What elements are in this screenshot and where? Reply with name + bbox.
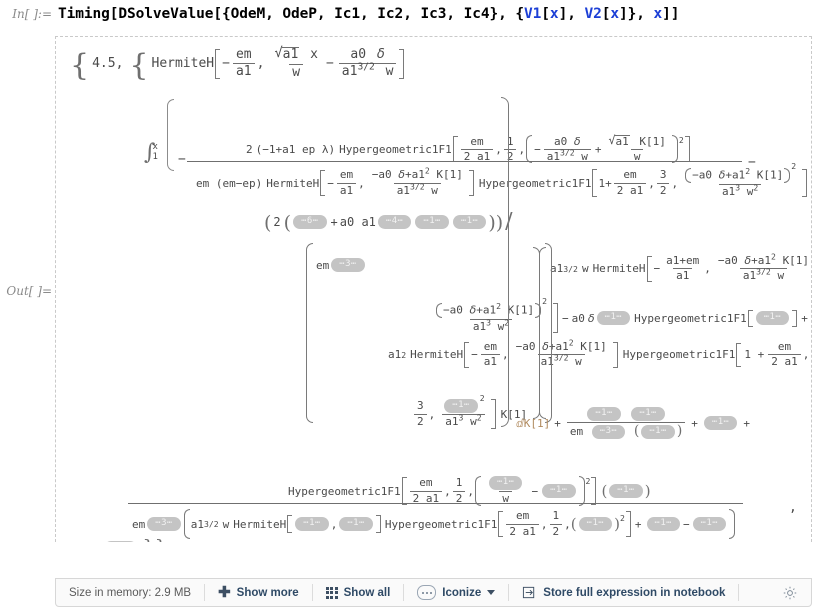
input-token-4: ],: [558, 6, 585, 22]
closing-line: ⋯1⋯ } }: [102, 538, 167, 542]
out-label: Out[ ]=: [6, 284, 52, 298]
iconize-button[interactable]: Iconize: [404, 579, 508, 606]
caret-down-icon[interactable]: [487, 590, 496, 595]
frac-sqrta1x-w: √ a1 x w: [274, 45, 318, 80]
sqrt-a1: √ a1: [274, 45, 300, 62]
store-full-expression-label: Store full expression in notebook: [543, 586, 726, 599]
size-in-memory-label: Size in memory: 2.9 MB: [56, 579, 204, 606]
integrand-paren-open: [166, 99, 175, 171]
elide-3-a[interactable]: ⋯3⋯: [331, 258, 365, 272]
elide-1-g[interactable]: ⋯1⋯: [631, 407, 665, 421]
elide-1-j[interactable]: ⋯1⋯: [488, 476, 523, 491]
math-expression: { 4.5, { HermiteH − em a1 , √ a1 x w − a…: [56, 37, 811, 542]
output-toolbar[interactable]: Size in memory: 2.9 MB ✚ Show more Show …: [55, 578, 812, 607]
frac-neg-a0delta-plus-a1sqK1: −a0 δ+a12 K[1] a13/2 w: [371, 165, 463, 197]
elide-1-i[interactable]: ⋯1⋯: [703, 416, 738, 431]
input-token-10: ]]: [662, 6, 680, 22]
elide-1-a[interactable]: ⋯1⋯: [415, 214, 449, 229]
show-all-label: Show all: [343, 586, 391, 599]
input-token-0: Timing[DSolveValue[{OdeM, OdeP, Ic1, Ic2…: [58, 6, 525, 22]
input-token-1: V1: [524, 6, 542, 22]
bracket-open: [215, 48, 221, 79]
input-token-8: ]},: [619, 6, 654, 22]
elide-1-m[interactable]: ⋯1⋯: [295, 517, 329, 531]
elide-1-b[interactable]: ⋯1⋯: [452, 214, 487, 229]
gear-icon: [782, 585, 798, 601]
denom-inner-paren-close: [532, 247, 541, 419]
input-token-7: x: [610, 6, 619, 22]
integral-operator: ∫ x 1: [144, 140, 158, 166]
show-more-label: Show more: [236, 586, 299, 599]
elide-1-p[interactable]: ⋯1⋯: [646, 517, 680, 531]
size-in-memory-text: Size in memory: 2.9 MB: [69, 586, 192, 599]
frac-sqrta1k1-w: √ a1 K[1] w: [608, 133, 666, 164]
input-token-9: x: [653, 6, 663, 22]
arrow-into-box-icon: [522, 585, 537, 600]
final-frac-denominator: em ⋯3⋯ a1 3/2 w HermiteH ⋯1⋯ , ⋯1⋯ Hyperg…: [132, 509, 736, 539]
input-token-2: [: [541, 6, 550, 22]
show-more-button[interactable]: ✚ Show more: [205, 579, 312, 606]
iconize-label: Iconize: [442, 586, 482, 599]
frac-em-2a1: em 2 a1: [460, 135, 494, 164]
frac-a1plusem-a1: a1+em a1: [666, 254, 700, 283]
brace-open-inner: {: [129, 47, 149, 83]
elide-1-h[interactable]: ⋯1⋯: [641, 425, 675, 439]
elide-1-c[interactable]: ⋯1⋯: [596, 311, 631, 326]
elide-3-c[interactable]: ⋯3⋯: [147, 517, 181, 531]
grid-icon: [325, 586, 338, 599]
show-all-button[interactable]: Show all: [313, 579, 404, 606]
denom-line-2: a1 3/2 w HermiteH − a1+em a1 , −a0 δ+a12 …: [550, 251, 810, 283]
integrand-paren-close: [500, 97, 510, 427]
toolbar-separator-5: [738, 584, 740, 601]
elide-1-o[interactable]: ⋯1⋯: [578, 517, 613, 531]
input-token-5: V2: [584, 6, 602, 22]
denom-line-1: em ⋯3⋯: [316, 258, 367, 272]
elide-3-b[interactable]: ⋯3⋯: [591, 425, 626, 439]
final-frac-numerator: Hypergeometric1F1 em 2 a1 , 1 2 , ⋯1⋯ w …: [288, 476, 651, 506]
input-token-3: x: [549, 6, 559, 22]
differential-line: ⅆK[1] + ⋯1⋯ ⋯1⋯ em ⋯3⋯ (⋯1⋯) + ⋯1⋯ +: [516, 407, 750, 440]
elide-1-f[interactable]: ⋯1⋯: [587, 407, 621, 421]
denom-line-4: a1 2 HermiteH − em a1 , −a0 δ+a12 K[1] a1…: [388, 337, 810, 369]
bigfrac-numerator: 2 (−1+a1 ep λ) Hypergeometric1F1 em 2 a1…: [246, 133, 691, 164]
bigfrac-rule: [187, 161, 742, 162]
plus-icon: ✚: [218, 584, 231, 601]
frac-a0delta-a1w: a0 δ a13/2 w: [338, 47, 397, 80]
frac-em-a1: em a1: [232, 47, 255, 80]
timing-value: 4.5,: [92, 56, 124, 72]
elide-1-d[interactable]: ⋯1⋯: [755, 311, 790, 326]
elide-1-n[interactable]: ⋯1⋯: [339, 517, 373, 531]
denom-line-3: −a0 δ+a12 K[1]2 a13 w2 − a0 δ ⋯1⋯ Hyperg…: [430, 297, 808, 334]
elide-1-l[interactable]: ⋯1⋯: [609, 484, 643, 498]
brace-open-outer: {: [70, 47, 90, 83]
settings-button[interactable]: [769, 579, 811, 606]
elide-6[interactable]: ⋯6⋯: [293, 214, 327, 229]
elide-1-e[interactable]: ⋯1⋯: [444, 399, 478, 414]
denom-group-paren-open: [305, 243, 314, 423]
elide-4[interactable]: ⋯4⋯: [377, 214, 412, 229]
minus-sign: −: [178, 152, 186, 167]
hermiteh-head: HermiteH: [151, 56, 215, 72]
elide-1-r[interactable]: ⋯1⋯: [104, 540, 138, 542]
frac-a0delta-a1w-2: a0 δ a13/2 w: [543, 135, 591, 164]
input-cell[interactable]: In[ ]:= Timing[DSolveValue[{OdeM, OdeP, …: [0, 6, 814, 32]
in-label: In[ ]:=: [12, 7, 52, 21]
frac-sq-over-a13w2: −a0 δ+a12 K[1]2 a13 w2: [681, 162, 799, 198]
elide-1-k[interactable]: ⋯1⋯: [542, 484, 576, 498]
input-expression[interactable]: Timing[DSolveValue[{OdeM, OdeP, Ic1, Ic2…: [58, 6, 680, 22]
output-cell[interactable]: Out[ ]= { 4.5, { HermiteH − em a1 , √ a1…: [0, 36, 814, 607]
store-full-expression-button[interactable]: Store full expression in notebook: [509, 579, 738, 606]
final-frac-rule: [128, 503, 743, 504]
elide-1-q[interactable]: ⋯1⋯: [692, 517, 727, 531]
trailing-comma: ,: [789, 500, 797, 515]
elided-sum-line: ( 2 ( ⋯6⋯ + a0 a1 ⋯4⋯ ⋯1⋯ ⋯1⋯ ) ) ∕: [264, 209, 513, 234]
denom-group-paren-close: [544, 243, 553, 423]
output-expression-box[interactable]: { 4.5, { HermiteH − em a1 , √ a1 x w − a…: [55, 36, 812, 542]
frac-elided-quotient: ⋯1⋯ ⋯1⋯ em ⋯3⋯ (⋯1⋯): [566, 407, 686, 440]
dots-icon: [417, 585, 437, 600]
bracket-close: [399, 48, 405, 79]
